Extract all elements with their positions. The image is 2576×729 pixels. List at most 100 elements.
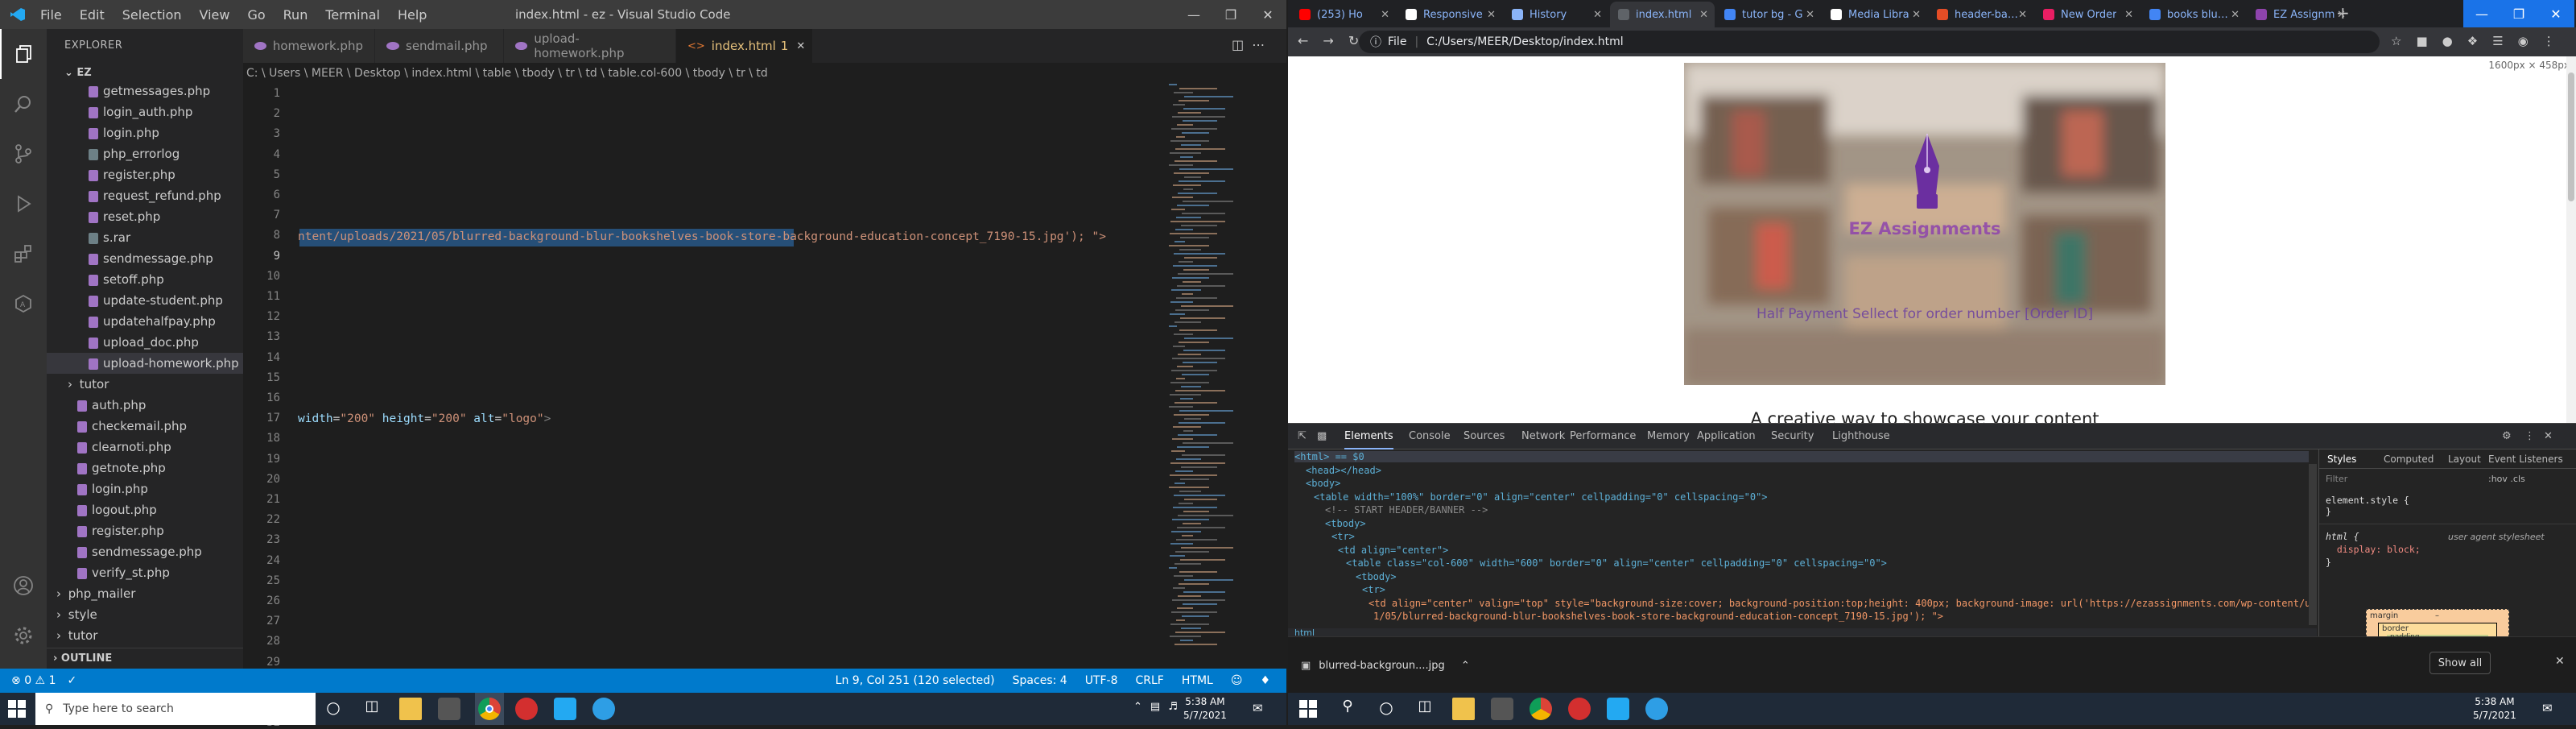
file-explorer-icon[interactable] <box>1452 698 1475 720</box>
menu-item-help[interactable]: Help <box>398 7 427 23</box>
file-tree-item[interactable]: login.php <box>47 478 243 499</box>
tab-close-icon[interactable]: ✕ <box>1912 9 1921 21</box>
edge-icon[interactable] <box>592 698 615 720</box>
menu-item-run[interactable]: Run <box>283 7 308 23</box>
search-icon[interactable] <box>0 79 47 129</box>
search-icon[interactable]: ⚲ <box>1336 698 1359 720</box>
file-tree-item[interactable]: › style <box>47 604 243 625</box>
dom-node[interactable]: <tbody> <box>1325 518 1366 529</box>
explorer-icon[interactable] <box>0 29 47 79</box>
dom-node[interactable]: <td align="center"> <box>1338 545 1448 556</box>
restore-icon[interactable]: ❐ <box>2500 0 2537 27</box>
styles-side-tab[interactable]: Styles <box>2327 454 2356 465</box>
styles-side-tab[interactable]: Computed <box>2384 454 2434 465</box>
devtools-tab[interactable]: Network <box>1521 424 1565 449</box>
menu-item-go[interactable]: Go <box>247 7 265 23</box>
line-endings[interactable]: CRLF <box>1136 674 1164 687</box>
notifications-bell-icon[interactable]: ♦ <box>1260 674 1270 687</box>
language-mode[interactable]: HTML <box>1182 674 1213 687</box>
browser-tab[interactable]: books blur n ✕ <box>2141 2 2246 27</box>
menu-item-view[interactable]: View <box>200 7 230 23</box>
styles-filter-input[interactable]: Filter <box>2326 474 2446 488</box>
tab-close-icon[interactable]: ✕ <box>2231 9 2240 21</box>
close-icon[interactable]: ✕ <box>2537 0 2574 27</box>
devtools-tab[interactable]: Performance <box>1570 424 1636 449</box>
dom-node[interactable]: <head></head> <box>1306 465 1381 476</box>
clock[interactable]: 5:38 AM 5/7/2021 <box>2473 695 2516 723</box>
opera-icon[interactable] <box>1568 698 1591 720</box>
settings-gear-icon[interactable] <box>0 611 47 661</box>
opera-icon[interactable] <box>515 698 538 720</box>
tab-close-icon[interactable]: ✕ <box>2337 9 2346 21</box>
file-tree-item[interactable]: sendmessage.php <box>47 541 243 562</box>
browser-tab[interactable]: (253) Ho ✕ <box>1291 2 1396 27</box>
file-tree-item[interactable]: getmessages.php <box>47 81 243 101</box>
menu-item-selection[interactable]: Selection <box>122 7 182 23</box>
chrome-menu-icon[interactable]: ⋮ <box>2543 34 2555 48</box>
encoding[interactable]: UTF-8 <box>1085 674 1118 687</box>
devtools-tab[interactable]: Console <box>1409 424 1451 449</box>
tab-close-icon[interactable]: ✕ <box>2018 9 2027 21</box>
inspect-element-icon[interactable]: ⇱ <box>1298 424 1307 449</box>
file-tree-item[interactable]: logout.php <box>47 499 243 520</box>
close-icon[interactable]: ✕ <box>1249 0 1286 29</box>
file-tree-item[interactable]: s.rar <box>47 227 243 248</box>
show-all-button[interactable]: Show all <box>2429 652 2491 674</box>
app-icon[interactable] <box>438 698 460 720</box>
dom-tree[interactable]: <html> == $0 <head></head> <body> <table wi… <box>1288 449 2317 628</box>
bookmark-star-icon[interactable]: ☆ <box>2391 34 2401 48</box>
chrome-taskbar-item[interactable] <box>475 693 504 725</box>
extension-icon[interactable]: ■ <box>2416 34 2427 48</box>
browser-tab[interactable]: EZ Assignm ✕ <box>2248 2 2352 27</box>
browser-tab[interactable]: header-back ✕ <box>1929 2 2033 27</box>
devtools-more-icon[interactable]: ⋮ <box>2524 424 2535 449</box>
browser-tab[interactable]: History ✕ <box>1504 2 1608 27</box>
styles-side-tab[interactable]: Event Listeners <box>2488 454 2563 465</box>
dom-scrollbar[interactable] <box>2309 464 2317 625</box>
notification-center-icon[interactable]: ✉ <box>2542 701 2553 715</box>
page-scrollbar[interactable] <box>2566 56 2576 423</box>
devtools-settings-icon[interactable]: ⚙ <box>2502 424 2512 449</box>
editor-tab[interactable]: <> index.html 1 ✕ <box>676 29 813 63</box>
extensions-icon[interactable] <box>0 229 47 279</box>
file-tree-item[interactable]: setoff.php <box>47 269 243 290</box>
file-tree-item[interactable]: › php_mailer <box>47 583 243 604</box>
dom-node[interactable]: <table width="100%" border="0" align="ce… <box>1314 491 1768 503</box>
file-tree-item[interactable]: upload_doc.php <box>47 332 243 353</box>
vscode-taskbar-icon[interactable] <box>1607 698 1629 720</box>
chrome-taskbar-item[interactable] <box>1530 698 1552 720</box>
live-share-icon[interactable]: ✓ <box>67 674 76 687</box>
task-view-icon[interactable]: ◫ <box>361 698 383 720</box>
dom-node[interactable]: <tbody> <box>1356 571 1397 582</box>
browser-tab[interactable]: tutor bg - G ✕ <box>1716 2 1821 27</box>
tab-close-icon[interactable]: ✕ <box>796 40 805 52</box>
task-view-icon[interactable]: ◫ <box>1414 698 1436 720</box>
reload-icon[interactable]: ↻ <box>1348 33 1359 48</box>
editor-tab[interactable]: homework.php <box>243 29 375 63</box>
browser-tab[interactable]: Media Libra ✕ <box>1823 2 1927 27</box>
file-tree-item[interactable]: php_errorlog <box>47 143 243 164</box>
file-tree-item[interactable]: › tutor <box>47 374 243 395</box>
dom-node[interactable]: <html> == $0 <box>1294 451 2309 462</box>
file-tree-item[interactable]: request_refund.php <box>47 185 243 206</box>
hov-cls-toggle[interactable]: :hov .cls <box>2488 474 2525 484</box>
run-debug-icon[interactable] <box>0 179 47 229</box>
download-item[interactable]: ▣ blurred-backgroun....jpg ⌃ <box>1301 653 1478 677</box>
source-control-icon[interactable] <box>0 129 47 179</box>
info-icon[interactable]: ⓘ <box>1370 34 1381 50</box>
minimap[interactable] <box>1167 84 1272 669</box>
menu-item-file[interactable]: File <box>40 7 62 23</box>
dom-node[interactable]: <td align="center" valign="top" style="b… <box>1368 598 2317 609</box>
remote-icon[interactable]: A <box>0 279 47 329</box>
dom-node[interactable]: <tr> <box>1331 531 1355 542</box>
edge-icon[interactable] <box>1645 698 1668 720</box>
forward-arrow-icon[interactable]: → <box>1323 33 1333 48</box>
problems-indicator[interactable]: ⊗ 0 ⚠ 1 <box>11 674 56 687</box>
clock[interactable]: 5:38 AM 5/7/2021 <box>1183 695 1227 723</box>
file-tree-item[interactable]: updatehalfpay.php <box>47 311 243 332</box>
file-tree-item[interactable]: login_auth.php <box>47 101 243 122</box>
chevron-up-icon[interactable]: ⌃ <box>1461 660 1470 672</box>
restore-icon[interactable]: ❐ <box>1212 0 1249 29</box>
breadcrumb[interactable]: C: \ Users \ MEER \ Desktop \ index.html… <box>243 63 1286 84</box>
vscode-taskbar-icon[interactable] <box>554 698 576 720</box>
